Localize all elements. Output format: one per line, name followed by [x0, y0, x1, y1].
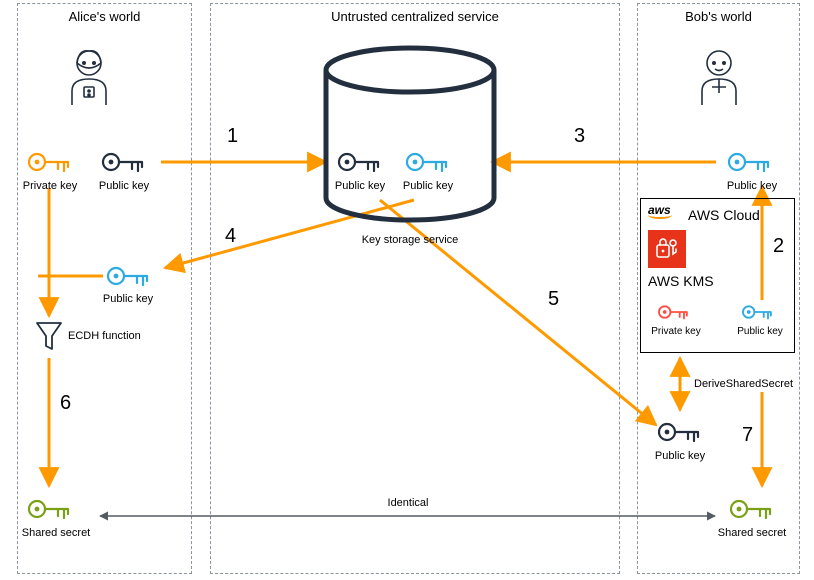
step-6: 6	[60, 392, 71, 415]
panel-title-bob: Bob's world	[638, 9, 799, 24]
storage-bob-public-key-label: Public key	[403, 180, 453, 192]
bob-icon	[694, 47, 744, 107]
alice-bob-public-key-label: Public key	[103, 293, 153, 305]
bob-shared-secret-icon	[728, 495, 776, 523]
storage-bob-public-key-icon	[404, 148, 452, 176]
panel-title-alice: Alice's world	[18, 9, 191, 24]
aws-cloud-title: AWS Cloud	[688, 207, 760, 223]
kms-private-key-label: Private key	[651, 326, 700, 337]
alice-public-key-icon	[100, 148, 148, 176]
kms-service-icon	[648, 230, 686, 268]
step-3: 3	[574, 125, 585, 148]
key-storage-label: Key storage service	[362, 234, 459, 246]
identical-label: Identical	[388, 497, 429, 509]
step-1: 1	[227, 125, 238, 148]
panel-title-center: Untrusted centralized service	[211, 9, 619, 24]
step-4: 4	[225, 225, 236, 248]
bob-public-key-icon	[726, 148, 774, 176]
alice-private-key-label: Private key	[23, 180, 77, 192]
storage-alice-public-key-label: Public key	[335, 180, 385, 192]
alice-shared-secret-icon	[26, 495, 74, 523]
step-5: 5	[548, 288, 559, 311]
kms-public-key-icon	[740, 302, 776, 322]
kms-private-key-icon	[656, 302, 692, 322]
kms-label: AWS KMS	[648, 273, 714, 289]
aws-logo-text: aws	[648, 203, 671, 217]
key-storage-db-icon	[320, 44, 500, 226]
alice-public-key-label: Public key	[99, 180, 149, 192]
alice-icon	[64, 47, 114, 107]
ecdh-label: ECDH function	[68, 330, 141, 342]
bob-public-key-label: Public key	[727, 180, 777, 192]
aws-logo: aws	[648, 204, 672, 219]
alice-bob-public-key-icon	[105, 262, 153, 290]
bob-shared-secret-label: Shared secret	[718, 527, 786, 539]
ecdh-funnel-icon	[35, 320, 63, 352]
bob-alice-public-key-label: Public key	[655, 450, 705, 462]
kms-public-key-label: Public key	[737, 326, 783, 337]
alice-shared-secret-label: Shared secret	[22, 527, 90, 539]
alice-private-key-icon	[26, 148, 74, 176]
derive-shared-secret-label: DeriveSharedSecret	[694, 378, 793, 390]
step-7: 7	[742, 424, 753, 447]
bob-alice-public-key-icon	[656, 418, 704, 446]
storage-alice-public-key-icon	[336, 148, 384, 176]
